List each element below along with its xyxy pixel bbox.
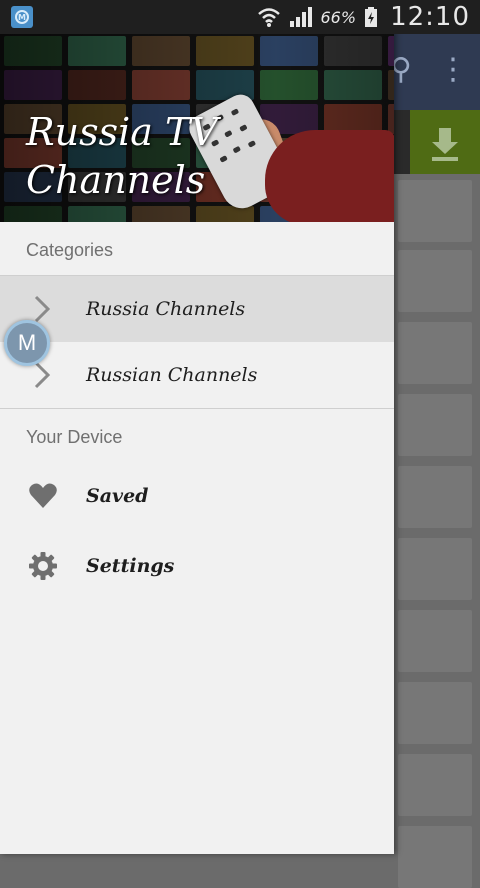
divider	[0, 408, 394, 409]
app-notification-icon: M	[11, 6, 33, 28]
clock: 12:10	[390, 2, 470, 32]
overflow-menu-icon[interactable]: ⋮	[438, 52, 468, 87]
nav-item-russian-channels[interactable]: Russian Channels	[0, 342, 394, 408]
channel-card[interactable]	[398, 538, 472, 600]
wifi-icon	[257, 8, 280, 27]
nav-item-label: Russian Channels	[86, 364, 258, 386]
channel-card[interactable]	[398, 826, 472, 888]
nav-item-label: Russia Channels	[86, 298, 246, 320]
channel-card[interactable]	[398, 394, 472, 456]
nav-item-label: Settings	[86, 555, 175, 577]
navigation-drawer: Russia TV Channels Categories Russia Cha…	[0, 0, 394, 854]
channel-card[interactable]	[398, 322, 472, 384]
nav-item-settings[interactable]: Settings	[0, 533, 394, 599]
download-button[interactable]	[410, 110, 480, 174]
nav-item-saved[interactable]: Saved	[0, 463, 394, 529]
channel-card[interactable]	[398, 466, 472, 528]
download-icon	[432, 128, 458, 161]
channel-card[interactable]	[398, 180, 472, 242]
channel-card[interactable]	[398, 754, 472, 816]
categories-section-label: Categories	[26, 240, 114, 260]
nav-item-russia-channels[interactable]: Russia Channels	[0, 276, 394, 342]
battery-percent: 66%	[320, 7, 357, 27]
heart-icon	[29, 483, 57, 508]
chevron-right-icon	[34, 295, 51, 323]
battery-icon	[365, 7, 378, 27]
channel-card[interactable]	[398, 682, 472, 744]
status-bar: M 66% 12:10	[0, 0, 480, 34]
channel-card[interactable]	[398, 610, 472, 672]
floating-assistant-button[interactable]: M	[4, 320, 50, 366]
gear-icon	[29, 552, 57, 580]
drawer-title: Russia TV Channels	[26, 110, 218, 202]
device-section-label: Your Device	[26, 427, 123, 447]
nav-item-label: Saved	[86, 485, 149, 507]
signal-icon	[289, 7, 312, 27]
channel-card[interactable]	[398, 250, 472, 312]
